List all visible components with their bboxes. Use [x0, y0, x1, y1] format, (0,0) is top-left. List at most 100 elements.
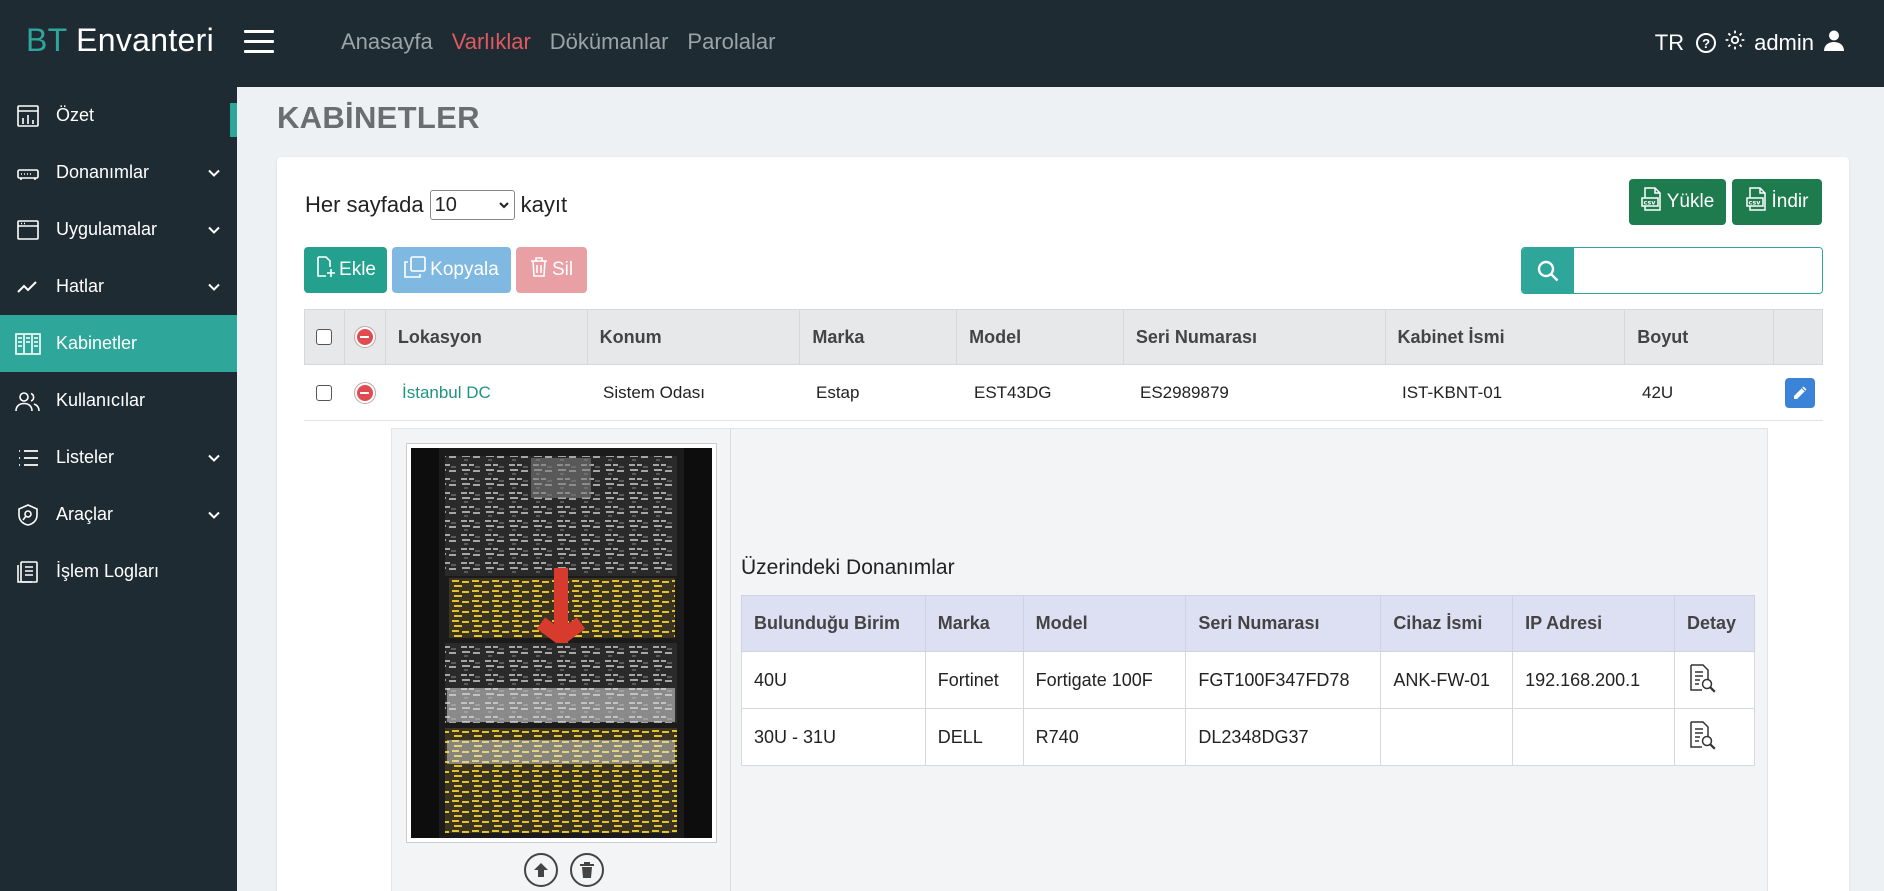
- document-search-icon[interactable]: [1687, 720, 1717, 755]
- sidebar-item-label: Hatlar: [56, 276, 105, 296]
- delete-label: Sil: [551, 259, 574, 280]
- cell-marka: Estap: [816, 382, 860, 402]
- col-model[interactable]: Model: [957, 310, 1124, 364]
- row-actions: [1775, 365, 1823, 420]
- add-file-icon: [315, 256, 336, 284]
- upload-csv-button[interactable]: csv Yükle: [1629, 179, 1726, 225]
- language-selector[interactable]: TR: [1655, 30, 1684, 56]
- remove-icon[interactable]: [353, 381, 376, 404]
- table-row: 40U Fortinet Fortigate 100F FGT100F347FD…: [741, 651, 1756, 709]
- sidebar-item-label: Kabinetler: [56, 333, 138, 353]
- brand-logo[interactable]: BT Envanteri: [26, 22, 214, 59]
- cell-birim: 30U - 31U: [741, 708, 926, 766]
- table-row[interactable]: İstanbul DC Sistem Odası Estap EST43DG E…: [304, 365, 1823, 421]
- table-header-row: Lokasyon Konum Marka Model Seri Numarası…: [304, 309, 1823, 365]
- edit-button[interactable]: [1785, 377, 1815, 408]
- select-all-checkbox[interactable]: [316, 329, 333, 345]
- users-icon: [15, 388, 41, 414]
- cabinet-photo[interactable]: [406, 443, 717, 843]
- cabinet-icon: [15, 331, 41, 357]
- sidebar-item-uygulamalar[interactable]: Uygulamalar: [0, 201, 237, 258]
- sidebar-item-label: Araçlar: [56, 504, 114, 524]
- copy-label: Kopyala: [430, 259, 499, 280]
- installed-hardware-table: Bulunduğu Birim Marka Model Seri Numaras…: [741, 595, 1756, 766]
- cell-model: EST43DG: [974, 382, 1052, 402]
- cell-konum: Sistem Odası: [603, 382, 706, 402]
- active-marker: [230, 103, 237, 137]
- cell-ip-adresi: 192.168.200.1: [1512, 651, 1675, 709]
- sidebar-item-label: Donanımlar: [56, 162, 150, 182]
- nav-parolalar[interactable]: Parolalar: [687, 29, 775, 55]
- col-seri-numarasi[interactable]: Seri Numarası: [1124, 310, 1386, 364]
- download-csv-button[interactable]: csv İndir: [1732, 179, 1822, 225]
- sidebar-item-kullanicilar[interactable]: Kullanıcılar: [0, 372, 237, 429]
- sidebar-item-label: Listeler: [56, 447, 115, 467]
- cell-model: Fortigate 100F: [1022, 651, 1187, 709]
- chevron-down-icon: [207, 449, 221, 470]
- row-remove-cell: [344, 365, 385, 420]
- cell-lokasyon: İstanbul DC: [385, 365, 587, 420]
- subtable-header-row: Bulunduğu Birim Marka Model Seri Numaras…: [741, 595, 1756, 652]
- col-marka[interactable]: Marka: [800, 310, 958, 364]
- cabinets-table: Lokasyon Konum Marka Model Seri Numarası…: [304, 309, 1823, 421]
- sidebar-item-label: Kullanıcılar: [56, 390, 146, 410]
- sidebar-item-donanimlar[interactable]: Donanımlar: [0, 144, 237, 201]
- page-size-select[interactable]: 10: [429, 190, 515, 220]
- user-icon[interactable]: [1822, 28, 1846, 58]
- cell-birim: 40U: [741, 651, 926, 709]
- nav-anasayfa[interactable]: Anasayfa: [341, 29, 433, 55]
- upload-arrow-icon[interactable]: [524, 853, 558, 887]
- col-ip-adresi: IP Adresi: [1512, 595, 1675, 652]
- cell-seri: ES2989879: [1140, 382, 1229, 402]
- csv-file-icon: csv: [1640, 187, 1663, 217]
- remove-icon[interactable]: [353, 326, 376, 348]
- document-search-icon[interactable]: [1687, 663, 1717, 698]
- sidebar-item-araclar[interactable]: Araçlar: [0, 486, 237, 543]
- copy-button[interactable]: Kopyala: [392, 247, 511, 293]
- hamburger-menu-icon[interactable]: [244, 30, 274, 54]
- col-marka: Marka: [924, 595, 1024, 652]
- col-boyut[interactable]: Boyut: [1625, 310, 1775, 364]
- sidebar-item-islem-loglari[interactable]: İşlem Logları: [0, 543, 237, 600]
- gear-icon[interactable]: [1724, 29, 1746, 57]
- col-detay: Detay: [1673, 595, 1756, 652]
- user-name[interactable]: admin: [1754, 30, 1814, 56]
- add-button[interactable]: Ekle: [304, 247, 387, 293]
- chevron-down-icon: [207, 506, 221, 527]
- trash-icon[interactable]: [570, 853, 604, 887]
- help-icon[interactable]: ?: [1696, 33, 1717, 53]
- col-model: Model: [1022, 595, 1187, 652]
- chevron-down-icon: [207, 221, 221, 242]
- nav-varliklar[interactable]: Varlıklar: [452, 29, 531, 55]
- sidebar: Özet Donanımlar Uygulamalar Hatlar Kabin…: [0, 87, 237, 891]
- sidebar-item-label: İşlem Logları: [56, 561, 160, 581]
- sidebar-item-ozet[interactable]: Özet: [0, 87, 237, 144]
- sidebar-item-kabinetler[interactable]: Kabinetler: [0, 315, 237, 372]
- sidebar-item-hatlar[interactable]: Hatlar: [0, 258, 237, 315]
- col-cihaz-ismi: Cihaz İsmi: [1380, 595, 1514, 652]
- col-lokasyon[interactable]: Lokasyon: [386, 310, 588, 364]
- col-konum[interactable]: Konum: [588, 310, 801, 364]
- photo-actions: [524, 853, 604, 887]
- search-icon[interactable]: [1522, 248, 1574, 293]
- cabinet-image-panel: [392, 429, 731, 891]
- list-icon: [15, 445, 41, 471]
- cell-kabinet-ismi: IST-KBNT-01: [1402, 382, 1503, 402]
- nav-dokumanlar[interactable]: Dökümanlar: [550, 29, 669, 55]
- top-navbar: BT Envanteri Anasayfa Varlıklar Dökümanl…: [0, 0, 1884, 87]
- col-kabinet-ismi[interactable]: Kabinet İsmi: [1386, 310, 1626, 364]
- delete-button[interactable]: Sil: [516, 247, 587, 293]
- row-checkbox[interactable]: [316, 384, 332, 401]
- hardware-icon: [15, 160, 41, 186]
- top-right-controls: TR ? admin: [1655, 28, 1846, 58]
- remove-header-cell: [345, 310, 386, 364]
- lokasyon-link[interactable]: İstanbul DC: [402, 383, 491, 403]
- sidebar-item-listeler[interactable]: Listeler: [0, 429, 237, 486]
- top-nav: Anasayfa Varlıklar Dökümanlar Parolalar: [341, 29, 775, 55]
- add-label: Ekle: [339, 259, 376, 280]
- cell-seri: DL2348DG37: [1185, 708, 1382, 766]
- cell-cihaz-ismi: [1380, 708, 1514, 766]
- trash-icon: [530, 257, 548, 283]
- search-input[interactable]: [1574, 248, 1822, 293]
- page-size-label-after: kayıt: [520, 192, 568, 217]
